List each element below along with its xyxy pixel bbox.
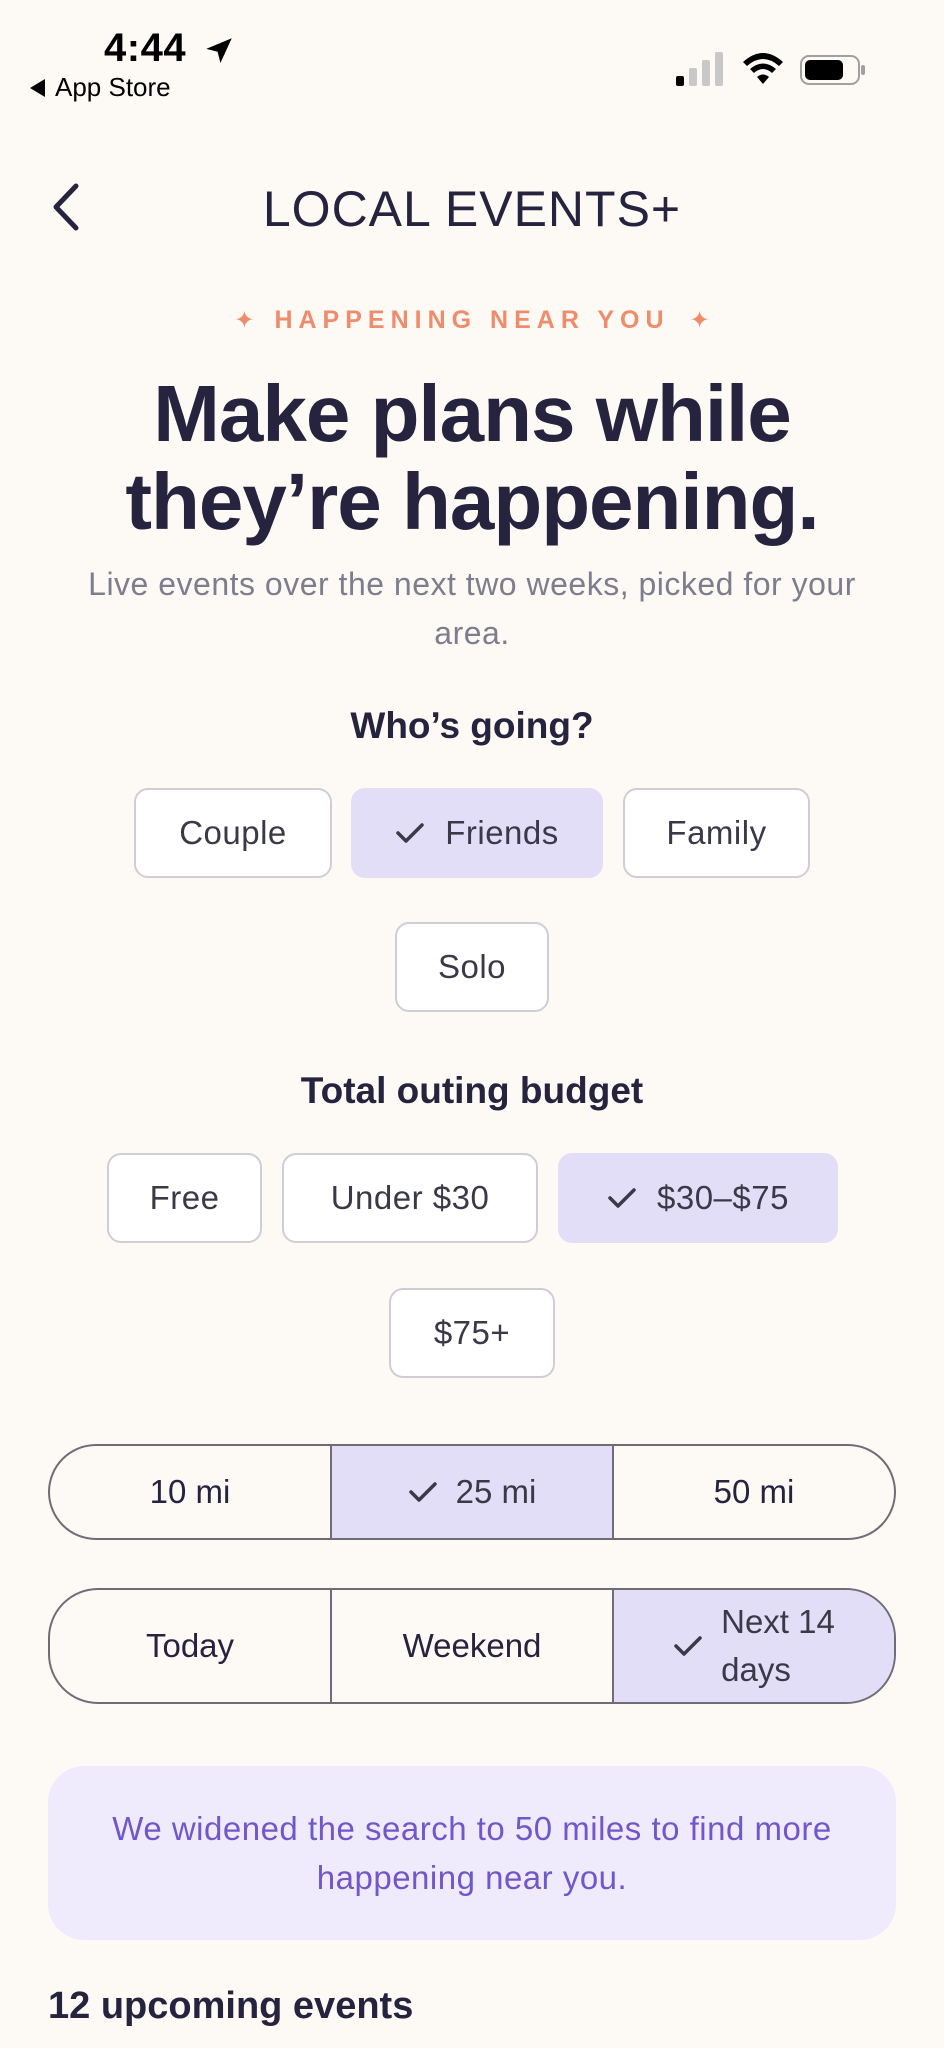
hero-subtext: Live events over the next two weeks, pic… bbox=[88, 566, 856, 651]
check-icon bbox=[608, 1188, 636, 1208]
chip-solo[interactable]: Solo bbox=[395, 922, 549, 1012]
wifi-icon bbox=[743, 53, 783, 84]
chip-family[interactable]: Family bbox=[623, 788, 810, 878]
chip-label: Free bbox=[149, 1179, 220, 1216]
segment-label-line-2: days bbox=[721, 1651, 791, 1688]
timeframe-next-14-days[interactable]: Next 14 days bbox=[612, 1590, 894, 1702]
sparkle-icon: ✦ bbox=[234, 307, 255, 334]
back-to-app-store[interactable]: App Store bbox=[30, 72, 171, 103]
cellular-signal-icon bbox=[676, 46, 726, 86]
status-time: 4:44 bbox=[104, 26, 187, 70]
back-triangle-icon bbox=[30, 78, 45, 97]
chip-label: $30–$75 bbox=[657, 1179, 789, 1216]
segment-label: Weekend bbox=[402, 1627, 542, 1664]
chip-under-30[interactable]: Under $30 bbox=[282, 1153, 538, 1243]
distance-25-mi[interactable]: 25 mi bbox=[330, 1446, 612, 1538]
page-title: LOCAL EVENTS+ bbox=[262, 181, 682, 237]
who-going-label: Who’s going? bbox=[350, 705, 594, 746]
timeframe-weekend[interactable]: Weekend bbox=[330, 1590, 612, 1702]
chip-free[interactable]: Free bbox=[107, 1153, 262, 1243]
check-icon bbox=[396, 823, 424, 843]
eyebrow: ✦ HAPPENING NEAR YOU ✦ bbox=[0, 306, 944, 335]
segment-label: Next 14 days bbox=[721, 1598, 835, 1694]
battery-icon bbox=[800, 55, 865, 85]
chip-label: Family bbox=[666, 814, 767, 851]
chip-label: $75+ bbox=[433, 1314, 511, 1351]
sparkle-icon: ✦ bbox=[689, 307, 710, 334]
segment-label: 10 mi bbox=[149, 1473, 231, 1510]
timeframe-today[interactable]: Today bbox=[50, 1590, 330, 1702]
eyebrow-label: HAPPENING NEAR YOU bbox=[274, 306, 670, 334]
chip-friends[interactable]: Friends bbox=[351, 788, 603, 878]
chip-label: Couple bbox=[179, 814, 287, 851]
back-app-label: App Store bbox=[55, 72, 171, 102]
distance-segmented-control: 10 mi 25 mi 50 mi bbox=[48, 1444, 896, 1540]
headline-line-2: they’re happening. bbox=[125, 457, 819, 546]
headline-line-1: Make plans while bbox=[153, 369, 792, 458]
distance-10-mi[interactable]: 10 mi bbox=[50, 1446, 330, 1538]
chip-30-75[interactable]: $30–$75 bbox=[558, 1153, 838, 1243]
chip-label: Friends bbox=[445, 814, 559, 851]
chip-75-plus[interactable]: $75+ bbox=[389, 1288, 555, 1378]
segment-label-line-1: Next 14 bbox=[721, 1603, 835, 1640]
segment-label: Today bbox=[145, 1627, 235, 1664]
distance-50-mi[interactable]: 50 mi bbox=[612, 1446, 894, 1538]
check-icon bbox=[674, 1636, 702, 1656]
events-count: 12 upcoming events bbox=[48, 1985, 414, 2027]
segment-label: 25 mi bbox=[455, 1473, 537, 1510]
search-widened-notice: We widened the search to 50 miles to fin… bbox=[48, 1766, 896, 1940]
timeframe-segmented-control: Today Weekend Next 14 days bbox=[48, 1588, 896, 1704]
chip-couple[interactable]: Couple bbox=[134, 788, 332, 878]
budget-label: Total outing budget bbox=[300, 1070, 644, 1111]
chip-label: Solo bbox=[437, 948, 507, 985]
chip-label: Under $30 bbox=[330, 1179, 490, 1216]
headline: Make plans while they’re happening. bbox=[60, 370, 884, 546]
segment-label: 50 mi bbox=[713, 1473, 795, 1510]
check-icon bbox=[408, 1482, 437, 1502]
location-arrow-icon bbox=[206, 38, 232, 64]
